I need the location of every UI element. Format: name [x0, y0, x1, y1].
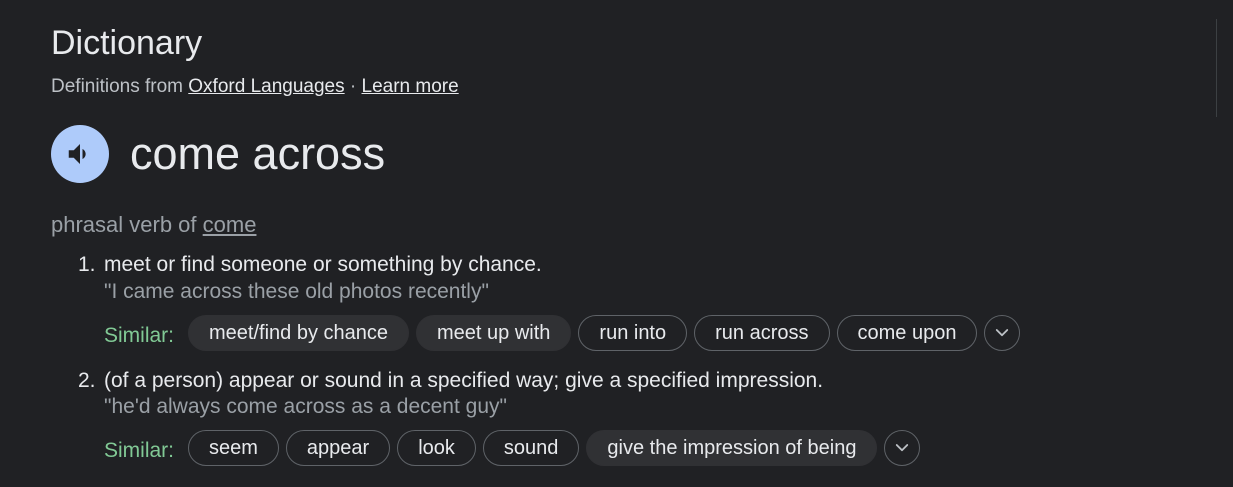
- similar-label: Similar:: [104, 324, 175, 347]
- source-separator: ·: [349, 76, 357, 97]
- similar-chip[interactable]: sound: [482, 430, 580, 466]
- source-line: Definitions from Oxford Languages · Lear…: [51, 76, 459, 98]
- definition-number: 1.: [78, 253, 96, 276]
- similar-label: Similar:: [104, 439, 175, 462]
- dictionary-panel: Dictionary Definitions from Oxford Langu…: [0, 0, 1233, 487]
- similar-chip[interactable]: run into: [578, 315, 688, 351]
- definition-number: 2.: [78, 369, 96, 392]
- similar-chip[interactable]: meet/find by chance: [188, 315, 410, 351]
- similar-chip[interactable]: give the impression of being: [586, 430, 878, 466]
- definition-example: "he'd always come across as a decent guy…: [104, 395, 507, 418]
- definition-text: meet or find someone or something by cha…: [104, 253, 542, 276]
- oxford-languages-link[interactable]: Oxford Languages: [188, 76, 344, 97]
- source-prefix: Definitions from: [51, 76, 183, 97]
- pos-prefix: phrasal verb of: [51, 212, 197, 237]
- divider: [1216, 19, 1217, 117]
- similar-row: Similar: meet/find by chance meet up wit…: [104, 314, 1021, 352]
- similar-row: Similar: seem appear look sound give the…: [104, 429, 921, 467]
- panel-title: Dictionary: [51, 24, 203, 62]
- pronunciation-audio-button[interactable]: [51, 125, 109, 183]
- similar-chip[interactable]: seem: [188, 430, 279, 466]
- chevron-down-icon: [996, 329, 1009, 337]
- similar-chip[interactable]: meet up with: [416, 315, 572, 351]
- similar-chip[interactable]: appear: [285, 430, 391, 466]
- expand-similar-button[interactable]: [884, 430, 921, 466]
- similar-chip[interactable]: run across: [694, 315, 830, 351]
- part-of-speech: phrasal verb of come: [51, 212, 256, 238]
- similar-chip[interactable]: look: [397, 430, 476, 466]
- similar-chip[interactable]: come upon: [836, 315, 978, 351]
- headword: come across: [130, 128, 386, 179]
- root-word-link[interactable]: come: [203, 212, 257, 237]
- chevron-down-icon: [896, 444, 909, 452]
- expand-similar-button[interactable]: [984, 315, 1021, 351]
- learn-more-link[interactable]: Learn more: [362, 76, 459, 97]
- speaker-icon: [68, 144, 86, 164]
- definition-example: "I came across these old photos recently…: [104, 280, 489, 303]
- definition-text: (of a person) appear or sound in a speci…: [104, 369, 824, 392]
